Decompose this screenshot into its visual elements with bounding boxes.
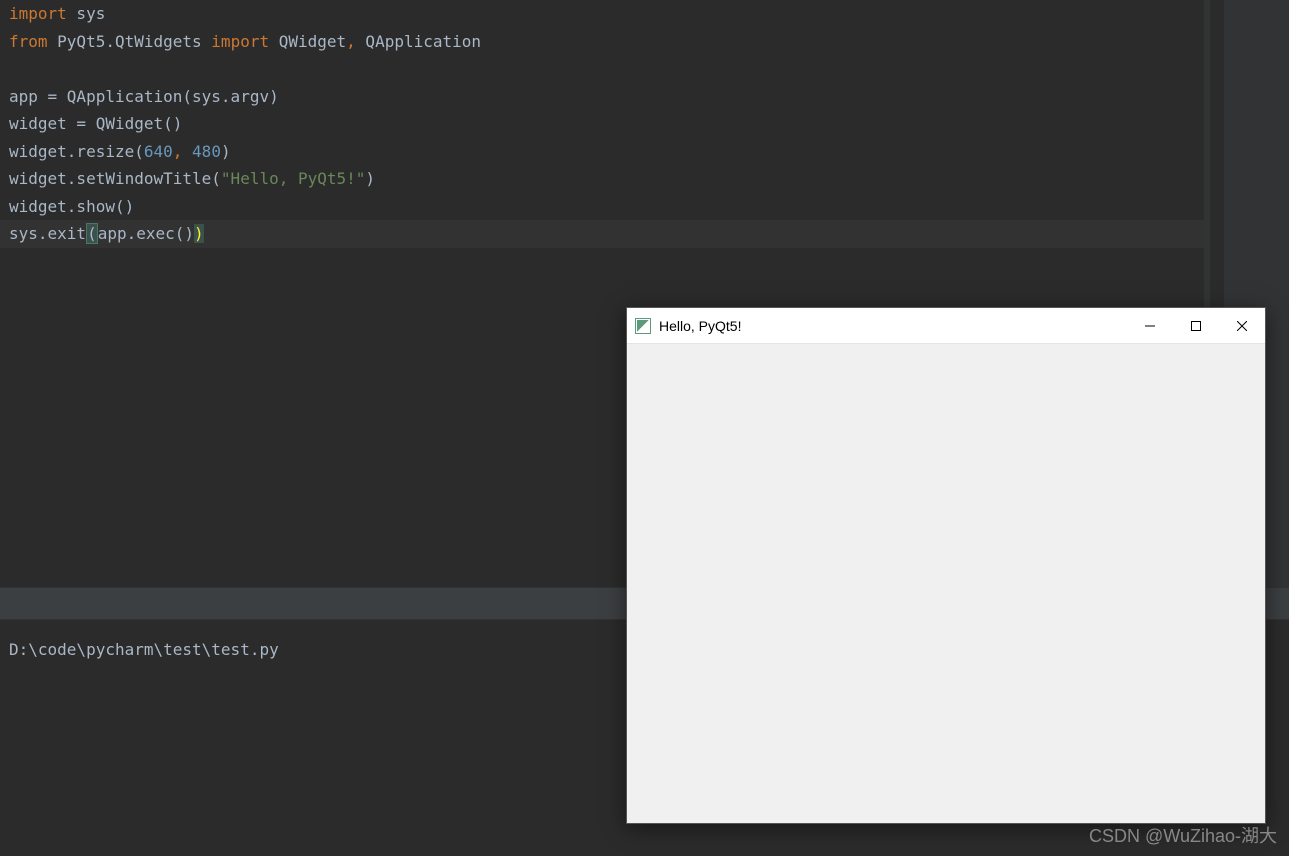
code-line-6[interactable]: widget.resize(640, 480): [0, 138, 1204, 166]
matched-paren-open: (: [86, 223, 98, 244]
watermark-text: CSDN @WuZihao-湖大: [1089, 822, 1277, 848]
window-title: Hello, PyQt5!: [659, 318, 1127, 334]
code-line-4[interactable]: app = QApplication(sys.argv): [0, 83, 1204, 111]
comma: ,: [173, 142, 183, 161]
window-icon: [635, 318, 651, 334]
window-titlebar[interactable]: Hello, PyQt5!: [627, 308, 1265, 344]
code-line-3[interactable]: [0, 55, 1204, 83]
matched-paren-close: ): [194, 224, 204, 243]
code-line-8[interactable]: widget.show(): [0, 193, 1204, 221]
code-line-9-active[interactable]: sys.exit(app.exec()): [0, 220, 1204, 248]
close-paren: ): [365, 169, 375, 188]
module-path: PyQt5.QtWidgets: [48, 32, 212, 51]
number-literal: 640: [144, 142, 173, 161]
module-name: sys: [67, 4, 106, 23]
close-icon: [1237, 321, 1247, 331]
comma: ,: [346, 32, 356, 51]
space: [182, 142, 192, 161]
code-line-5[interactable]: widget = QWidget(): [0, 110, 1204, 138]
maximize-icon: [1191, 321, 1201, 331]
keyword-import: import: [211, 32, 269, 51]
string-literal: "Hello, PyQt5!": [221, 169, 366, 188]
code-line-7[interactable]: widget.setWindowTitle("Hello, PyQt5!"): [0, 165, 1204, 193]
minimize-icon: [1145, 321, 1155, 331]
minimize-button[interactable]: [1127, 308, 1173, 344]
code-text: sys.exit: [9, 224, 86, 243]
code-line-2[interactable]: from PyQt5.QtWidgets import QWidget, QAp…: [0, 28, 1204, 56]
code-text: widget = QWidget(): [9, 114, 182, 133]
code-text: app = QApplication(sys.argv): [9, 87, 279, 106]
keyword-import: import: [9, 4, 67, 23]
code-text: app.exec(): [98, 224, 194, 243]
keyword-from: from: [9, 32, 48, 51]
import-item: QApplication: [356, 32, 481, 51]
window-content-area[interactable]: [627, 344, 1265, 823]
close-paren: ): [221, 142, 231, 161]
window-controls: [1127, 308, 1265, 343]
code-text: widget.show(): [9, 197, 134, 216]
code-text: widget.setWindowTitle(: [9, 169, 221, 188]
close-button[interactable]: [1219, 308, 1265, 344]
number-literal: 480: [192, 142, 221, 161]
code-line-1[interactable]: import sys: [0, 0, 1204, 28]
import-item: QWidget: [269, 32, 346, 51]
qt-app-window[interactable]: Hello, PyQt5!: [626, 307, 1266, 824]
maximize-button[interactable]: [1173, 308, 1219, 344]
code-text: widget.resize(: [9, 142, 144, 161]
